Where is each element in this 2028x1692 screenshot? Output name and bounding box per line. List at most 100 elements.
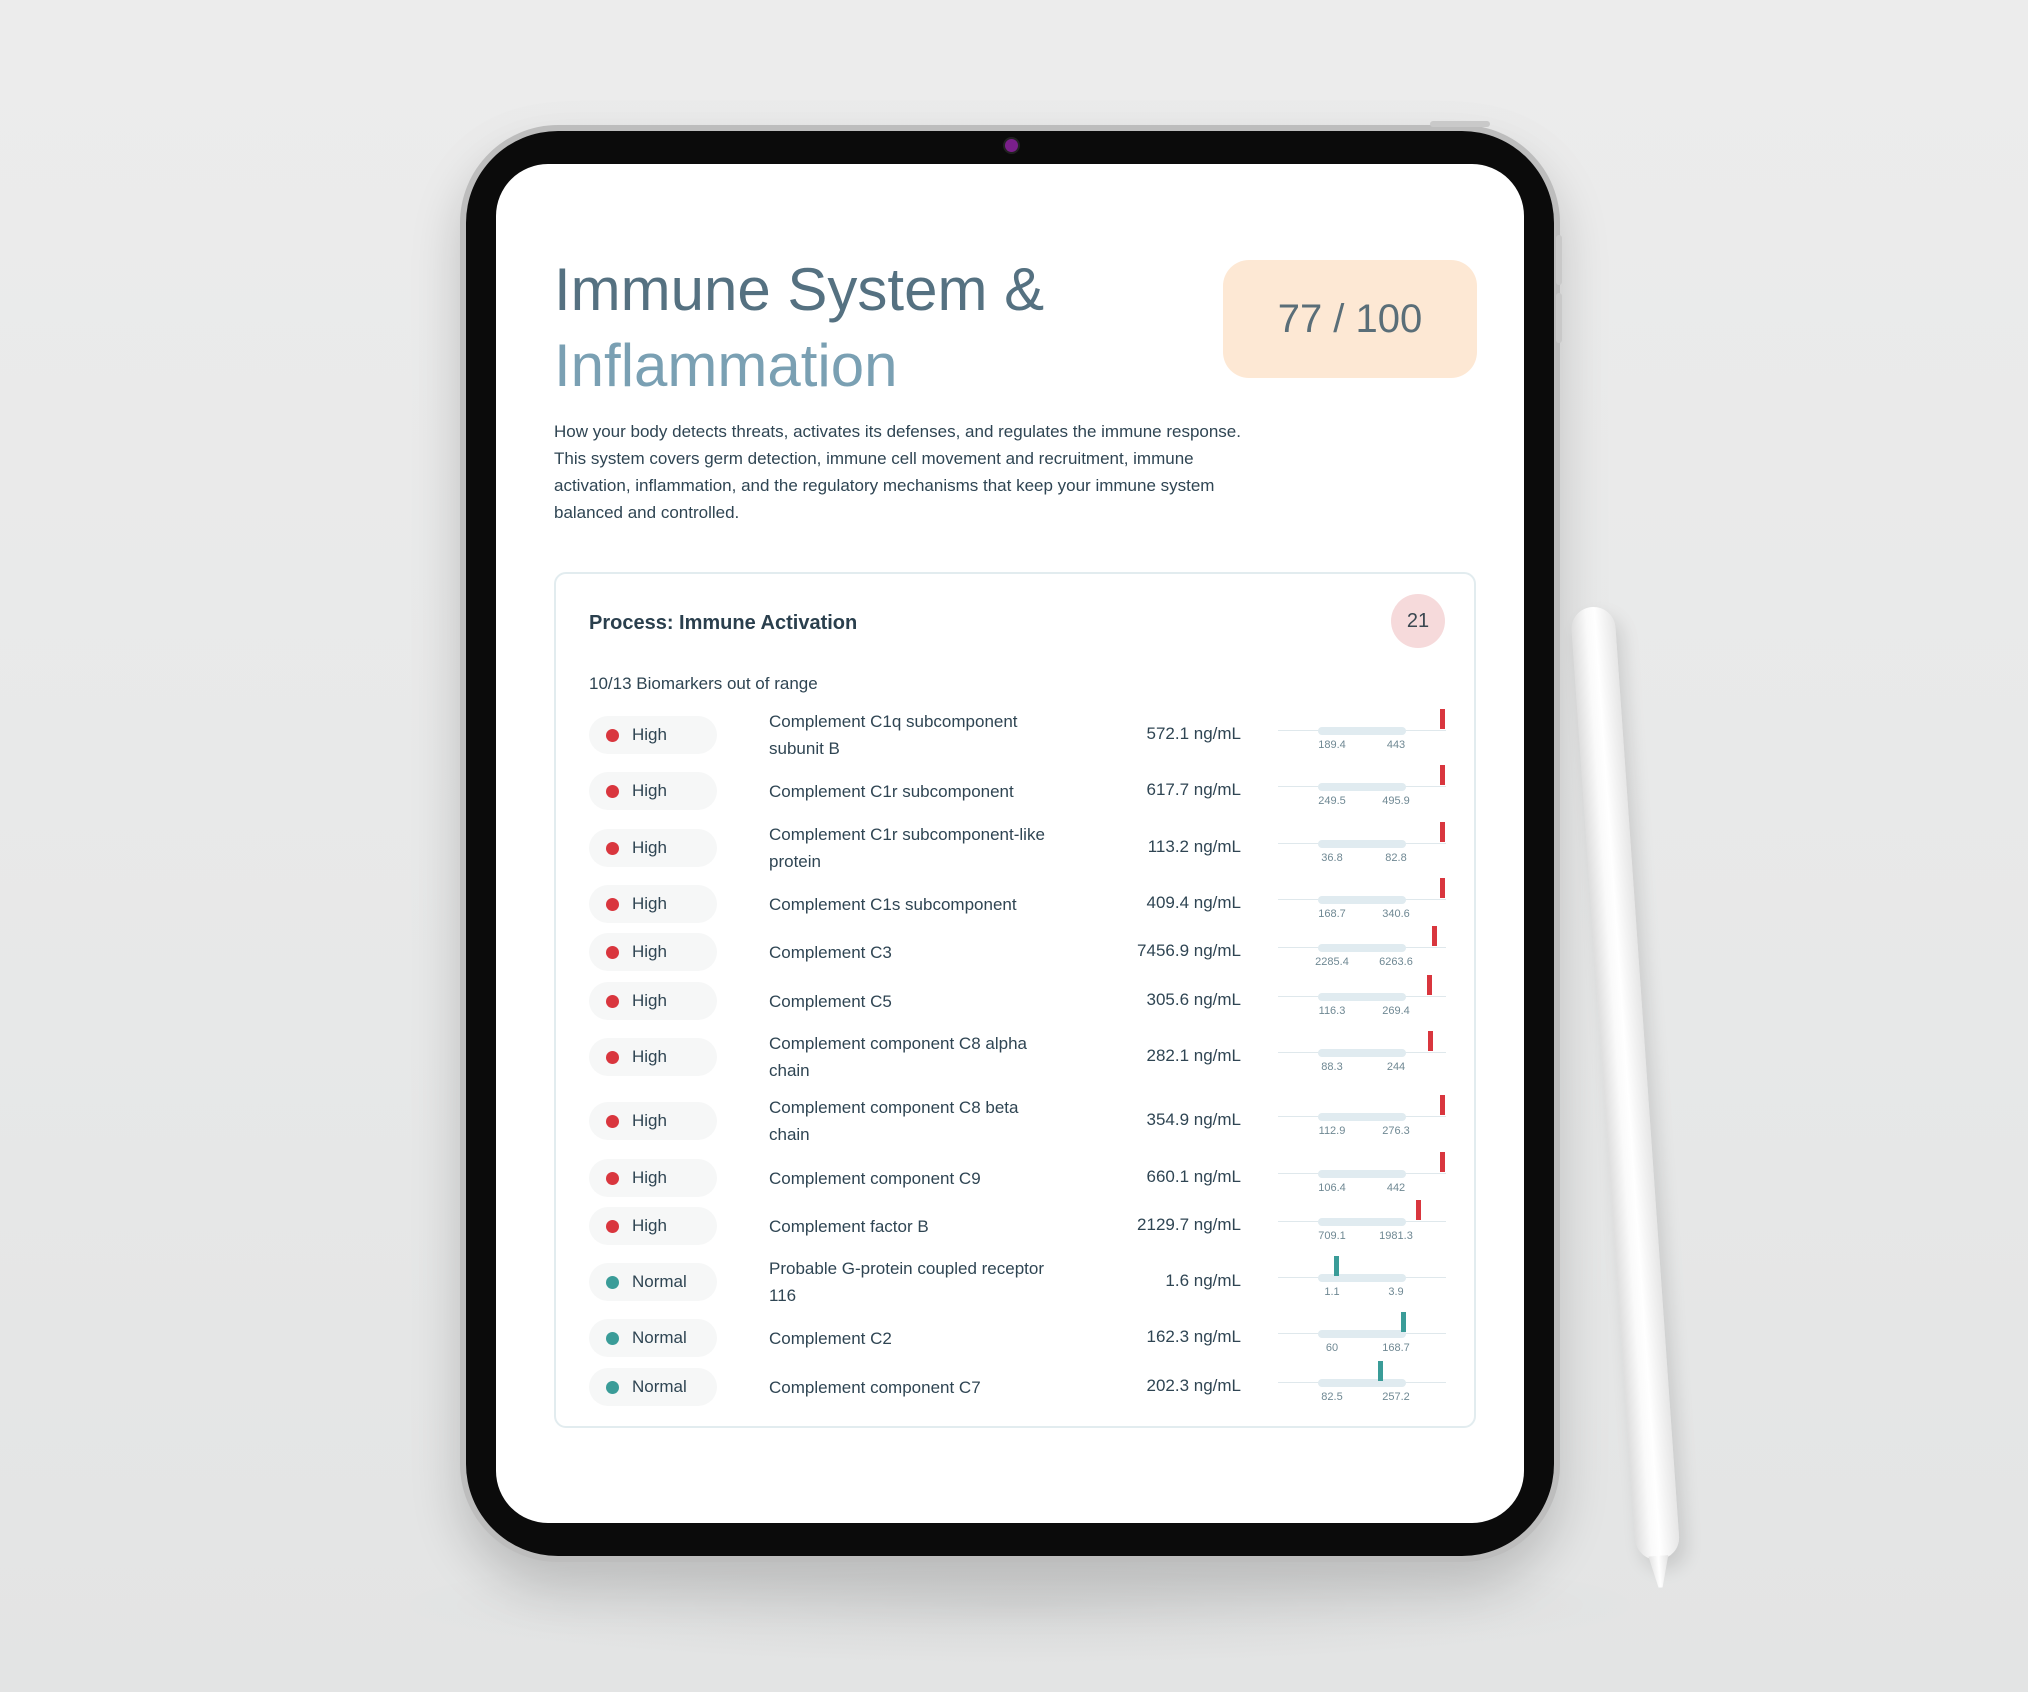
range-reference-band [1318, 1170, 1406, 1178]
value-marker [1333, 1256, 1339, 1276]
score-card: 77 / 100 [1223, 260, 1477, 378]
range-reference-band [1318, 944, 1406, 952]
range-low-label: 82.5 [1321, 1391, 1343, 1403]
status-label: Normal [632, 1328, 687, 1347]
range-reference-band [1318, 1113, 1406, 1121]
range-reference-band [1318, 896, 1406, 904]
range-indicator: 106.4 442 [1278, 1150, 1446, 1198]
value-marker [1440, 1095, 1445, 1115]
page-title-line1: Immune System & [554, 256, 1045, 323]
value-marker [1440, 878, 1445, 898]
range-high-label: 442 [1386, 1182, 1406, 1194]
range-low-label: 168.7 [1318, 908, 1346, 920]
range-low-label: 88.3 [1321, 1061, 1343, 1073]
range-indicator: 112.9 276.3 [1278, 1093, 1446, 1141]
tablet-bezel: Immune System & Inflammation 77 / 100 Ho… [466, 131, 1554, 1556]
volume-button-top [1556, 235, 1562, 285]
value-marker [1416, 1200, 1422, 1220]
range-low-label: 112.9 [1318, 1125, 1346, 1137]
status-badge: High [589, 982, 717, 1020]
status-badge: High [589, 933, 717, 971]
status-label: High [632, 942, 667, 961]
status-badge: High [589, 1207, 717, 1245]
range-high-label: 257.2 [1382, 1391, 1410, 1403]
biomarker-value: 354.9 ng/mL [1146, 1110, 1241, 1129]
status-badge: High [589, 1159, 717, 1197]
page-title: Immune System & Inflammation [554, 252, 1044, 404]
range-low-label: 106.4 [1318, 1182, 1346, 1194]
status-label: High [632, 1047, 667, 1066]
biomarker-value: 202.3 ng/mL [1146, 1376, 1241, 1395]
biomarker-name: Complement component C7 [769, 1377, 981, 1397]
status-high-dot-icon [606, 784, 619, 798]
range-indicator: 709.1 1981.3 [1278, 1198, 1446, 1246]
range-low-label: 60 [1325, 1342, 1339, 1354]
status-label: High [632, 725, 667, 744]
biomarker-name: Complement component C8 alpha chain [769, 1034, 1027, 1080]
value-marker [1440, 1152, 1445, 1172]
range-low-label: 249.5 [1318, 795, 1346, 807]
value-marker [1378, 1361, 1384, 1381]
system-description: How your body detects threats, activates… [554, 422, 1241, 522]
range-low-label: 116.3 [1318, 1005, 1346, 1017]
range-high-label: 168.7 [1382, 1342, 1410, 1354]
range-indicator: 2285.4 6263.6 [1278, 924, 1446, 972]
status-high-dot-icon [606, 1114, 619, 1128]
value-marker [1440, 822, 1445, 842]
process-card: Process: Immune Activation 21 10/13 Biom… [554, 572, 1476, 1428]
biomarker-name: Complement C1q subcomponent subunit B [769, 712, 1018, 758]
range-high-label: 244 [1386, 1061, 1406, 1073]
stylus-pencil [1570, 605, 1681, 1561]
status-badge: High [589, 1102, 717, 1140]
range-high-label: 82.8 [1385, 852, 1407, 864]
range-reference-band [1318, 1049, 1406, 1057]
status-high-dot-icon [606, 1050, 619, 1064]
status-label: High [632, 781, 667, 800]
value-marker [1427, 1031, 1433, 1051]
status-badge: High [589, 829, 717, 867]
biomarker-name: Complement C1s subcomponent [769, 894, 1017, 914]
biomarker-value: 282.1 ng/mL [1146, 1046, 1241, 1065]
range-indicator: 36.8 82.8 [1278, 820, 1446, 868]
status-badge: High [589, 1038, 717, 1076]
range-indicator: 88.3 244 [1278, 1029, 1446, 1077]
range-indicator: 1.1 3.9 [1278, 1254, 1446, 1302]
range-indicator: 168.7 340.6 [1278, 876, 1446, 924]
status-badge: Normal [589, 1263, 717, 1301]
status-normal-dot-icon [606, 1275, 619, 1289]
biomarker-value: 113.2 ng/mL [1147, 837, 1241, 856]
power-button [1430, 121, 1490, 127]
score-value: 77 / 100 [1277, 296, 1423, 341]
biomarker-value: 2129.7 ng/mL [1137, 1215, 1241, 1234]
biomarker-value: 162.3 ng/mL [1146, 1327, 1241, 1346]
biomarker-name: Complement factor B [769, 1216, 929, 1236]
biomarker-name: Complement C3 [769, 942, 892, 962]
biomarker-list: High Complement C1q subcomponent subunit … [556, 574, 1474, 1426]
status-high-dot-icon [606, 841, 619, 855]
value-marker [1426, 975, 1432, 995]
status-label: Normal [632, 1272, 687, 1291]
camera-icon [1005, 139, 1018, 152]
value-marker [1432, 926, 1438, 946]
range-low-label: 1.1 [1324, 1286, 1340, 1298]
status-label: High [632, 1216, 667, 1235]
value-marker [1440, 765, 1445, 785]
range-indicator: 82.5 257.2 [1278, 1359, 1446, 1407]
range-high-label: 340.6 [1382, 908, 1410, 920]
range-indicator: 249.5 495.9 [1278, 763, 1446, 811]
status-badge: High [589, 885, 717, 923]
biomarker-name: Complement C1r subcomponent-like protein [769, 825, 1045, 871]
status-label: High [632, 1168, 667, 1187]
biomarker-value: 617.7 ng/mL [1146, 780, 1241, 799]
range-reference-band [1318, 1379, 1406, 1387]
status-label: High [632, 838, 667, 857]
range-high-label: 495.9 [1382, 795, 1410, 807]
biomarker-name: Complement C5 [769, 991, 892, 1011]
range-reference-band [1318, 1218, 1406, 1226]
biomarker-name: Complement C2 [769, 1328, 892, 1348]
biomarker-value: 7456.9 ng/mL [1137, 941, 1241, 960]
range-reference-band [1318, 840, 1406, 848]
range-high-label: 1981.3 [1379, 1230, 1413, 1242]
range-indicator: 60 168.7 [1278, 1310, 1446, 1358]
range-reference-band [1318, 783, 1406, 791]
